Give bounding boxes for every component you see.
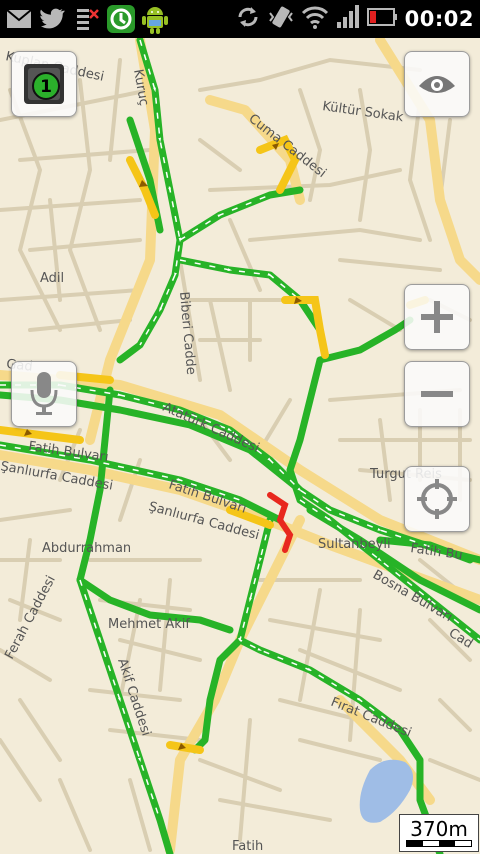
label-sultanbeyli: Sultanbeyli	[318, 537, 391, 552]
status-bar: 00:02	[0, 0, 480, 38]
zoom-in-button[interactable]	[404, 284, 470, 350]
battery-icon	[366, 6, 399, 32]
label-mehmet-akif: Mehmet Akif	[108, 617, 190, 632]
plus-icon	[421, 301, 453, 333]
label-abdurrahman: Abdurrahman	[42, 541, 131, 556]
map-view[interactable]: Kuplan Caddesi Kültür Sokak Cuma Caddesi…	[0, 38, 480, 854]
traffic-app-icon	[106, 4, 136, 34]
usb-debug-icon	[72, 4, 102, 34]
my-location-button[interactable]	[404, 466, 470, 532]
eye-icon	[419, 76, 455, 93]
sync-icon	[235, 4, 261, 34]
status-time: 00:02	[404, 7, 474, 31]
layers-button[interactable]: 1	[11, 51, 77, 117]
twitter-icon	[38, 4, 68, 34]
voice-search-button[interactable]	[11, 361, 77, 427]
signal-icon	[335, 4, 361, 34]
microphone-icon	[30, 372, 58, 415]
android-icon	[140, 4, 170, 34]
gmail-icon	[4, 4, 34, 34]
scale-ruler	[406, 840, 472, 847]
label-fatih-s: Fatih	[232, 839, 263, 854]
scale-label: 370m	[410, 817, 468, 841]
vibrate-icon	[267, 3, 295, 35]
locate-icon	[417, 479, 457, 519]
layer-badge-number: 1	[40, 77, 52, 97]
zoom-out-button[interactable]	[404, 361, 470, 427]
traffic-layer-icon: 1	[24, 64, 64, 104]
label-adil: Adil	[40, 271, 64, 286]
view-button[interactable]	[404, 51, 470, 117]
scale-bar: 370m	[399, 814, 479, 852]
minus-icon	[421, 391, 453, 397]
wifi-icon	[301, 4, 329, 34]
